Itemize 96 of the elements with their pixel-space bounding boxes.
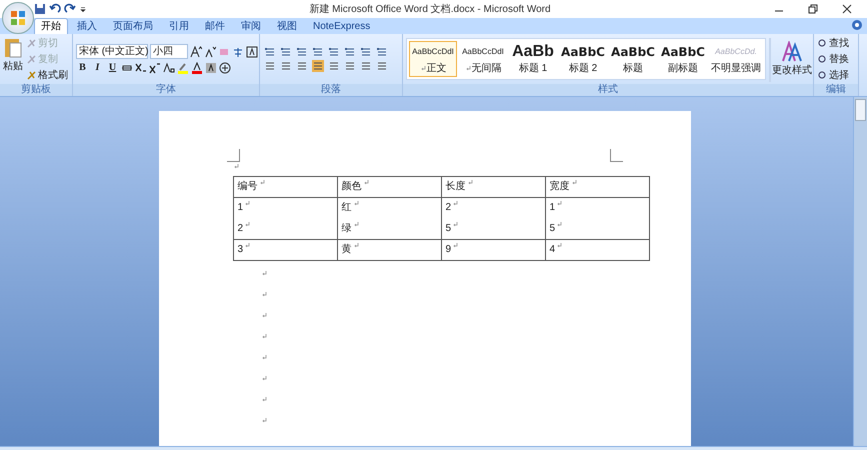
group-label: 编辑 — [814, 84, 858, 96]
bullets-icon[interactable] — [263, 46, 277, 58]
paragraph-mark-icon — [420, 66, 426, 70]
table-cell: 1 — [550, 201, 556, 215]
ribbon-tab[interactable]: 审阅 — [234, 18, 268, 34]
table-cell: 红 — [342, 201, 352, 215]
paragraph-mark-icon — [466, 66, 470, 70]
table-cell: 宽度 — [550, 180, 570, 194]
paragraph-mark-icon — [234, 164, 238, 169]
clipboard-button[interactable]: 格式刷 — [26, 68, 69, 82]
paragraph-mark-icon — [262, 292, 266, 297]
paragraph-mark-icon — [557, 222, 562, 227]
paragraph-mark-icon — [557, 201, 562, 206]
save-icon[interactable] — [34, 3, 46, 15]
paragraph-mark-icon — [557, 243, 562, 248]
table-cell: 5 — [446, 222, 452, 236]
window-title: 新建 Microsoft Office Word 文档.docx - Microsoft Word — [308, 2, 552, 16]
char-border-icon[interactable] — [246, 46, 258, 58]
format-button[interactable]: B — [76, 61, 89, 74]
paragraph-mark-icon — [262, 418, 266, 423]
paragraph-mark-icon — [572, 180, 576, 185]
table-cell: 颜色 — [342, 180, 362, 194]
paragraph-mark-icon — [354, 222, 358, 227]
group-label: 剪贴板 — [0, 84, 72, 96]
format-button[interactable]: U — [106, 61, 119, 74]
shrink-font-icon[interactable] — [204, 46, 216, 58]
editing-button[interactable]: 查找 — [817, 36, 850, 50]
highlight-icon[interactable] — [177, 62, 189, 74]
change-styles-button[interactable]: 更改样式 — [774, 36, 810, 82]
font-name-field[interactable]: 宋体 (中文正文) — [76, 44, 148, 59]
editing-button[interactable]: 替换 — [817, 52, 850, 66]
ribbon-tab[interactable]: 视图 — [270, 18, 304, 34]
ribbon-tab[interactable]: 邮件 — [198, 18, 232, 34]
enclose-char-icon[interactable] — [219, 62, 231, 74]
circle-icon — [818, 38, 827, 48]
table-cell: 黄 — [342, 243, 352, 257]
subscript-icon[interactable] — [135, 62, 147, 74]
clipboard-icon — [4, 36, 22, 58]
circle-icon — [818, 54, 827, 64]
paragraph-mark-icon — [262, 334, 266, 339]
font-color-icon[interactable] — [191, 62, 203, 74]
editing-button[interactable]: 选择 — [817, 68, 850, 82]
office-button[interactable] — [2, 2, 34, 34]
paragraph-mark-icon — [354, 201, 358, 206]
change-case-icon[interactable] — [163, 62, 175, 74]
grow-font-icon[interactable] — [190, 46, 202, 58]
font-size-field[interactable]: 小四 — [150, 44, 188, 59]
paragraph-mark-icon — [262, 271, 266, 276]
paragraph-mark-icon — [453, 222, 458, 227]
close-icon[interactable] — [841, 3, 853, 15]
table-cell: 3 — [238, 243, 244, 257]
table-cell: 5 — [550, 222, 556, 236]
table-cell: 2 — [238, 222, 244, 236]
paragraph-mark-icon — [453, 243, 458, 248]
redo-icon[interactable] — [64, 3, 76, 15]
paragraph-mark-icon — [260, 180, 264, 185]
help-icon[interactable] — [851, 18, 863, 30]
paragraph-mark-icon — [364, 180, 368, 185]
group-label: 字体 — [73, 84, 259, 96]
paragraph-mark-icon — [245, 222, 250, 227]
align-left-icon[interactable] — [263, 60, 277, 72]
group-label: 段落 — [260, 84, 402, 96]
vertical-scrollbar[interactable] — [853, 97, 867, 446]
office-logo-icon — [8, 8, 28, 28]
justify-icon[interactable] — [311, 60, 325, 72]
paragraph-mark-icon — [262, 376, 266, 381]
ribbon-tab[interactable]: 开始 — [34, 18, 68, 34]
ribbon-tab[interactable]: NoteExpress — [306, 18, 378, 34]
ribbon-tab[interactable]: 页面布局 — [106, 18, 160, 34]
table-cell: 长度 — [446, 180, 466, 194]
paragraph-mark-icon — [245, 201, 250, 206]
undo-icon[interactable] — [49, 3, 61, 15]
table-cell: 编号 — [238, 180, 258, 194]
paragraph-mark-icon — [262, 355, 266, 360]
circle-icon — [818, 70, 827, 80]
letters-icon — [781, 41, 803, 63]
paragraph-mark-icon — [262, 313, 266, 318]
format-button[interactable]: I — [91, 61, 104, 74]
ribbon-tab[interactable]: 插入 — [70, 18, 104, 34]
paragraph-mark-icon — [245, 243, 250, 248]
restore-icon[interactable] — [807, 3, 819, 15]
style-item[interactable]: AaBbCcDdI 正文 — [409, 41, 457, 77]
paragraph-mark-icon — [453, 201, 458, 206]
char-shading-icon[interactable] — [205, 62, 217, 74]
paste-button[interactable]: 粘贴 — [3, 36, 23, 82]
group-label: 样式 — [403, 84, 813, 96]
table-cell: 2 — [446, 201, 452, 215]
table-cell: 1 — [238, 201, 244, 215]
table-cell: 9 — [446, 243, 452, 257]
paragraph-mark-icon — [468, 180, 472, 185]
paragraph-mark-icon — [262, 397, 266, 402]
ribbon-tab[interactable]: 引用 — [162, 18, 196, 34]
table-cell: 绿 — [342, 222, 352, 236]
paragraph-mark-icon — [354, 243, 358, 248]
table-cell: 4 — [550, 243, 556, 257]
superscript-icon[interactable] — [149, 62, 161, 74]
